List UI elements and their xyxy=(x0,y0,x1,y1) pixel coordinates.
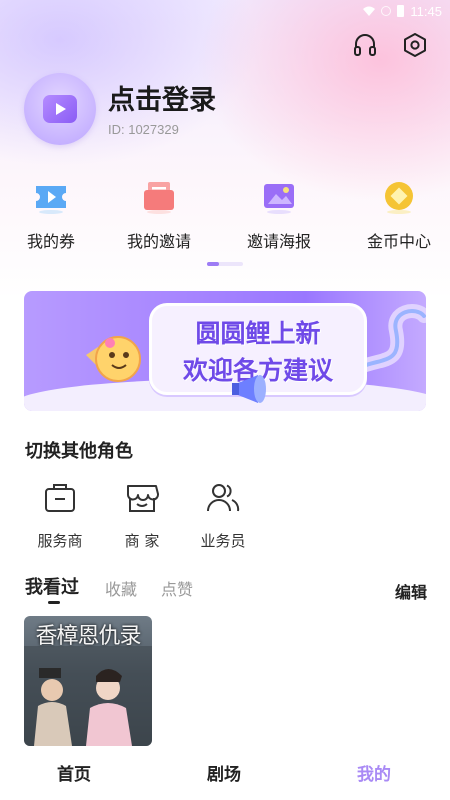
nav-theater[interactable]: 剧场 xyxy=(207,760,241,785)
history-tabs: 我看过 收藏 点赞 编辑 xyxy=(25,573,427,607)
avatar[interactable] xyxy=(24,73,96,145)
video-play-icon xyxy=(43,95,77,123)
settings-icon[interactable] xyxy=(402,32,428,58)
page-indicator xyxy=(207,262,243,266)
coin-icon xyxy=(385,182,413,214)
header-actions xyxy=(352,32,428,58)
status-time: 11:45 xyxy=(410,3,442,19)
user-id: ID: 1027329 xyxy=(108,122,179,137)
tab-likes[interactable]: 点赞 xyxy=(161,576,193,600)
login-button[interactable]: 点击登录 xyxy=(108,78,216,117)
switch-role-title: 切换其他角色 xyxy=(25,441,133,462)
edit-button[interactable]: 编辑 xyxy=(395,579,427,603)
ticket-icon xyxy=(36,186,66,214)
nav-mine[interactable]: 我的 xyxy=(357,760,391,785)
quick-link-label: 邀请海报 xyxy=(246,232,311,251)
battery-icon xyxy=(397,5,405,17)
users-icon xyxy=(207,484,240,512)
role-service-provider[interactable]: 服务商 xyxy=(20,480,100,551)
role-salesperson[interactable]: 业务员 xyxy=(183,480,263,551)
sim-icon xyxy=(381,6,392,16)
tab-favorites[interactable]: 收藏 xyxy=(105,576,137,600)
mail-invite-icon xyxy=(144,182,174,214)
quick-link-label: 我的邀请 xyxy=(126,232,191,251)
poster-artwork xyxy=(24,646,152,746)
quick-link-my-coupons[interactable]: 我的券 xyxy=(0,180,106,252)
briefcase-icon xyxy=(45,484,75,512)
quick-link-my-invites[interactable]: 我的邀请 xyxy=(104,180,214,252)
quick-link-label: 金币中心 xyxy=(366,232,431,251)
poster-image-icon xyxy=(264,184,294,214)
nav-home[interactable]: 首页 xyxy=(57,760,91,785)
headset-icon[interactable] xyxy=(352,32,378,58)
quick-links: 我的券 我的邀请 邀请海报 金币中心 xyxy=(0,180,450,260)
quick-link-coin-center[interactable]: 金币中心 xyxy=(344,180,450,252)
promo-banner[interactable]: 圆圆鲤上新 欢迎各方建议 xyxy=(24,291,426,411)
role-label: 业务员 xyxy=(200,532,246,550)
status-bar: 11:45 xyxy=(0,0,450,22)
megaphone-icon xyxy=(232,375,266,403)
role-label: 商 家 xyxy=(124,532,160,550)
role-merchant[interactable]: 商 家 xyxy=(102,480,182,551)
active-tab-indicator xyxy=(48,601,60,604)
history-item-poster[interactable]: 香樟恩仇录 xyxy=(24,616,152,746)
quick-link-label: 我的券 xyxy=(26,232,75,251)
banner-line-1: 圆圆鲤上新 xyxy=(195,319,321,348)
wifi-icon xyxy=(363,6,376,16)
tab-watched[interactable]: 我看过 xyxy=(25,573,79,599)
role-label: 服务商 xyxy=(37,532,83,550)
store-icon xyxy=(127,485,159,512)
bottom-navigation: 首页 剧场 我的 xyxy=(0,746,450,800)
koi-fish-mascot-icon xyxy=(86,336,141,382)
quick-link-invite-poster[interactable]: 邀请海报 xyxy=(224,180,334,252)
